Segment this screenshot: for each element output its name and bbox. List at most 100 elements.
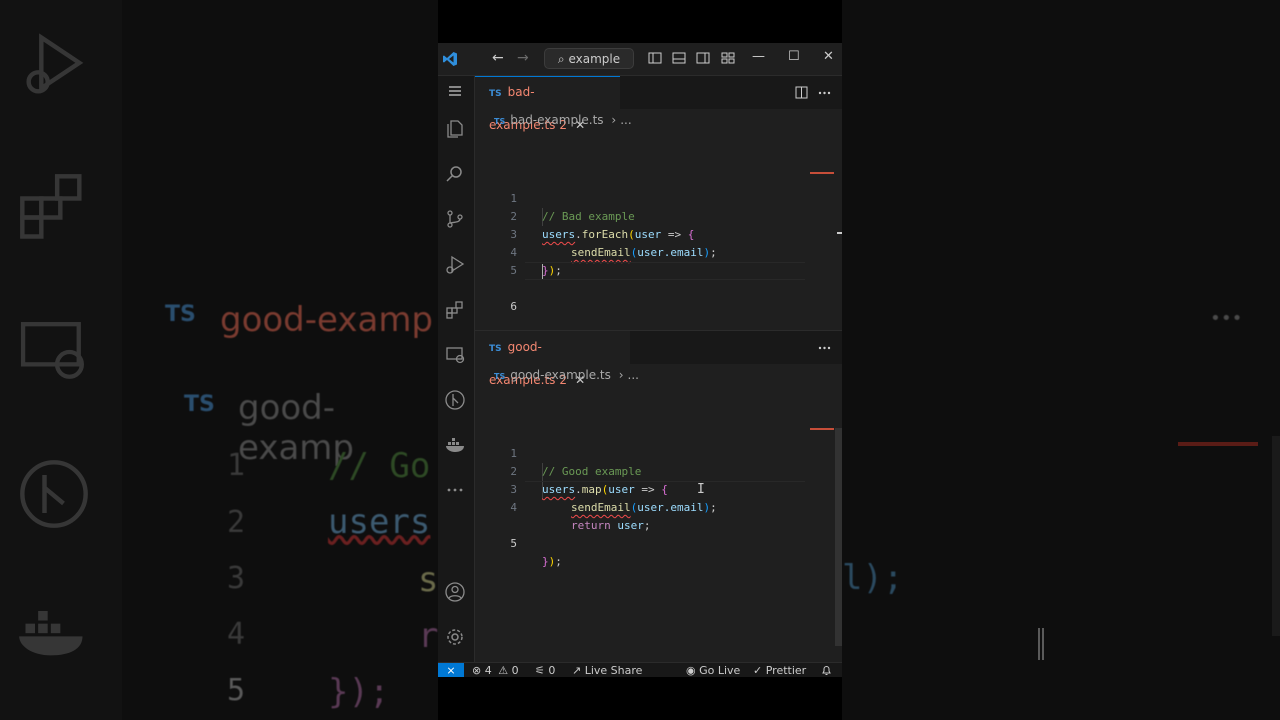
background-code: r (418, 616, 438, 656)
toggle-primary-sidebar-icon[interactable] (648, 51, 662, 65)
minimize-button[interactable]: — (752, 49, 765, 64)
background-code: s (418, 560, 438, 600)
extensions-icon (20, 174, 82, 239)
customize-layout-icon[interactable] (721, 51, 735, 65)
background-line-number: 4 (227, 617, 246, 652)
vscode-logo-icon (443, 52, 457, 66)
overview-ruler-error (810, 172, 834, 174)
ports-indicator[interactable]: ⚟ 0 (535, 663, 555, 677)
problems-indicator[interactable]: ⊗ 4 ⚠ 0 (472, 663, 519, 677)
breadcrumb-file[interactable]: good-example.ts (510, 368, 611, 382)
current-line-highlight (525, 481, 805, 499)
toggle-panel-icon[interactable] (672, 51, 686, 65)
code-line: 3 sendEmail(user.email); (475, 208, 805, 259)
typescript-file-icon: TS (494, 117, 506, 126)
more-actions-icon[interactable] (818, 346, 831, 350)
background-line-number: 5 (227, 673, 246, 708)
remote-explorer-icon[interactable] (444, 344, 466, 366)
warning-count: 0 (511, 664, 519, 677)
code-line-current: 5 }); (475, 481, 805, 568)
background-line-number: 3 (227, 561, 246, 596)
more-actions-icon[interactable] (818, 91, 831, 95)
toggle-secondary-sidebar-icon[interactable] (696, 51, 710, 65)
error-count: 4 (484, 664, 492, 677)
go-live-label: Go Live (699, 664, 741, 677)
menu-icon[interactable] (444, 80, 466, 102)
git-graph-icon[interactable] (444, 389, 466, 411)
docker-icon[interactable] (444, 434, 466, 456)
breadcrumb-more[interactable]: ... (620, 113, 631, 127)
docker-icon (19, 611, 83, 656)
source-control-icon[interactable] (444, 208, 466, 230)
extensions-icon[interactable] (444, 299, 466, 321)
split-editor-icon[interactable] (795, 86, 808, 99)
background-text-cursor (1038, 628, 1044, 660)
settings-gear-icon[interactable] (444, 626, 466, 648)
accounts-icon[interactable] (444, 581, 466, 603)
tab-bad-example[interactable]: TS bad-example.ts 2 ✕ (475, 76, 620, 132)
search-label: example (568, 52, 621, 66)
ports-count: 0 (548, 664, 556, 677)
code-editor[interactable]: 1 // Bad example 2 users.forEach(user =>… (475, 172, 805, 313)
go-live-button[interactable]: ◉ Go Live (686, 663, 740, 677)
activity-bar (438, 76, 475, 662)
background-ts-badge-2: TS (184, 392, 215, 417)
back-arrow-icon[interactable]: ← (492, 50, 504, 66)
broadcast-icon: ◉ (686, 664, 696, 677)
tab-good-example[interactable]: TS good-example.ts 2 ✕ (475, 331, 630, 387)
run-debug-icon[interactable] (444, 254, 466, 276)
run-debug-icon (26, 33, 84, 94)
background-error-marker (1178, 442, 1258, 446)
code-line: 5 (475, 244, 805, 277)
code-line: 4 }); (475, 226, 805, 277)
background-line-number: 2 (227, 505, 246, 540)
check-double-icon: ✓ (753, 664, 763, 677)
title-bar: ← → ⌕ example — ☐ ✕ (438, 43, 842, 76)
code-editor[interactable]: 1 // Good example 2 users.map(user => { … (475, 427, 805, 568)
live-share-button[interactable]: ↗ Live Share (572, 663, 642, 677)
prettier-label: Prettier (765, 664, 807, 677)
background-ts-badge: TS (165, 302, 196, 327)
maximize-button[interactable]: ☐ (788, 49, 800, 64)
code-line-current: 6 (475, 262, 805, 313)
background-code: users (328, 502, 431, 542)
search-icon[interactable] (444, 163, 466, 185)
remote-indicator[interactable]: ⨯ (438, 663, 464, 677)
command-center-search[interactable]: ⌕ example (544, 48, 634, 69)
text-caret (542, 264, 543, 279)
more-icon[interactable] (444, 479, 466, 501)
git-graph-icon (20, 460, 88, 528)
close-window-button[interactable]: ✕ (823, 49, 834, 64)
line-content: return user; (571, 519, 651, 532)
remote-explorer-icon (20, 322, 84, 379)
vertical-scrollbar[interactable] (835, 428, 842, 646)
breadcrumb-file[interactable]: bad-example.ts (510, 113, 603, 127)
background-code: // Go (328, 446, 431, 486)
breadcrumb[interactable]: TS good-example.ts ›... (494, 368, 639, 382)
forward-arrow-icon[interactable]: → (517, 50, 529, 66)
background-scrollbar (1272, 436, 1280, 636)
editor-group-bottom: TS good-example.ts 2 ✕ TS good-example.ts ›.… (475, 331, 842, 662)
breadcrumb-separator: › (611, 113, 617, 127)
prettier-button[interactable]: ✓ Prettier (753, 663, 806, 677)
code-line: 2 users.map(user => { (475, 445, 805, 496)
code-line: 1 // Bad example (475, 172, 805, 223)
editor-group-top: TS bad-example.ts 2 ✕ TS bad-example.ts ›...… (475, 76, 842, 330)
line-number: 5 (510, 537, 517, 550)
search-icon: ⌕ (557, 52, 565, 66)
background-tab-name: good-examp (220, 300, 434, 340)
warning-icon: ⚠ (498, 664, 509, 677)
explorer-icon[interactable] (444, 118, 466, 140)
background-code: l); (842, 558, 904, 598)
breadcrumb[interactable]: TS bad-example.ts ›... (494, 113, 632, 127)
background-line-number: 1 (227, 448, 246, 483)
tab-bar: TS good-example.ts 2 ✕ (475, 331, 842, 387)
remote-icon: ⨯ (446, 664, 456, 677)
background-code: }); (328, 672, 390, 712)
notifications-bell-icon[interactable] (821, 665, 832, 676)
breadcrumb-more[interactable]: ... (628, 368, 639, 382)
overview-ruler-error (810, 428, 834, 430)
overview-ruler-cursor (837, 232, 842, 234)
breadcrumb-separator: › (618, 368, 624, 382)
vscode-window: ← → ⌕ example — ☐ ✕ TS bad-example.ts 2 ✕ (438, 43, 842, 677)
